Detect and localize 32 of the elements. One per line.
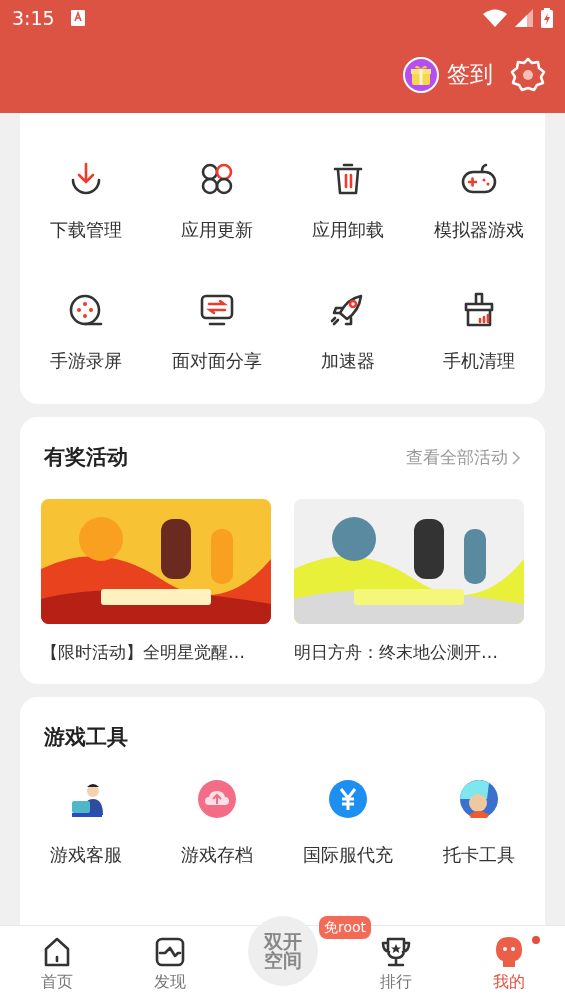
settings-icon[interactable] [509,55,547,94]
tool-label[interactable]: 面对面分享 [171,347,262,374]
tool-label[interactable]: 游戏存档 [180,840,253,868]
nav-tab[interactable]: 我的 [492,970,525,994]
tool-label[interactable]: 手游录屏 [49,347,122,374]
tool-label[interactable]: 模拟器游戏 [434,216,525,243]
tool-label[interactable]: 手机清理 [443,347,516,374]
yen-icon[interactable] [328,778,369,819]
wifi-icon [483,9,507,27]
gift-icon[interactable] [403,56,439,93]
section-title: 游戏工具 [44,723,128,751]
tool-label[interactable]: 国际服代充 [303,840,394,868]
tool-label[interactable]: 下载管理 [49,216,122,243]
avatar-icon[interactable] [459,778,500,819]
nav-tab[interactable]: 发现 [153,970,186,994]
checkin-label[interactable]: 签到 [447,57,493,92]
tool-label[interactable]: 托卡工具 [443,840,516,868]
activity-title[interactable]: 【限时活动】全明星觉醒… [41,640,271,666]
keyboard-icon [70,10,85,26]
root-badge: 免root [319,916,372,939]
nav-tab[interactable]: 首页 [40,970,73,994]
section-title: 有奖活动 [44,444,128,472]
activity-title[interactable]: 明日方舟：终末地公测开… [294,640,524,666]
tool-label[interactable]: 应用更新 [180,216,253,243]
cloud-upload-icon[interactable] [196,778,237,819]
tool-label[interactable]: 加速器 [321,347,376,374]
signal-icon [515,9,533,27]
tool-label[interactable]: 应用卸载 [312,216,385,243]
battery-icon [541,8,553,28]
tool-label[interactable]: 游戏客服 [49,840,122,868]
status-time: 3:15 [12,5,55,31]
nav-tab[interactable]: 排行 [379,970,412,994]
